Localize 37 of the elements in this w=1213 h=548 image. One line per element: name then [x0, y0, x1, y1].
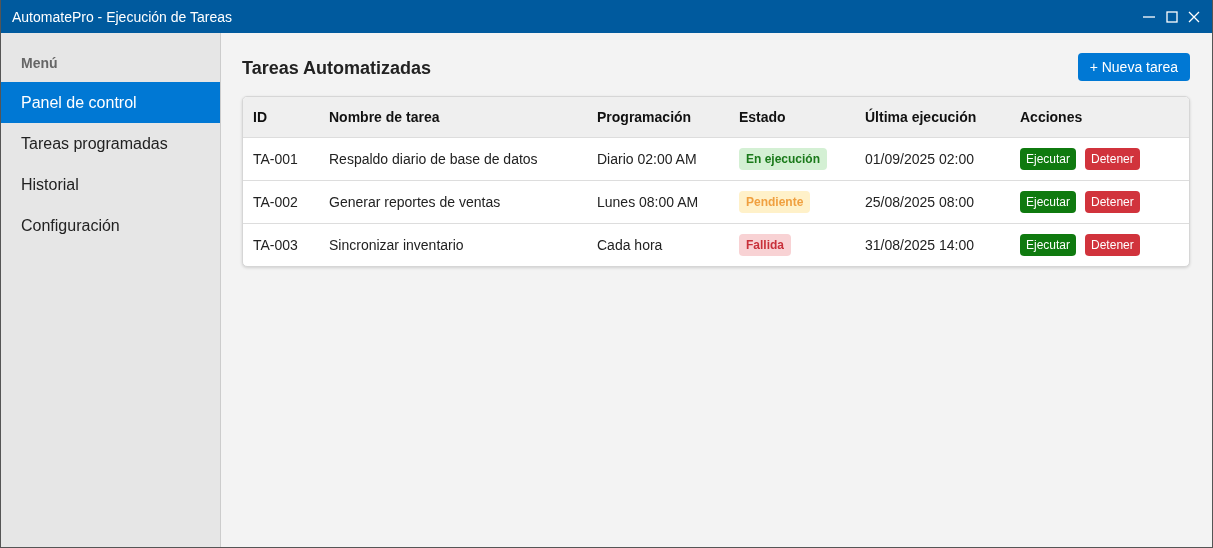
new-task-button[interactable]: + Nueva tarea	[1077, 53, 1190, 81]
maximize-icon[interactable]	[1166, 10, 1178, 23]
table-cell: TA-002	[243, 180, 319, 223]
table-cell: Respaldo diario de base de datos	[319, 137, 587, 180]
table-cell: Generar reportes de ventas	[319, 180, 587, 223]
table-cell: TA-003	[243, 223, 319, 266]
table-cell: TA-001	[243, 137, 319, 180]
sidebar-item[interactable]: Panel de control	[1, 82, 220, 123]
stop-button[interactable]: Detener	[1085, 233, 1140, 256]
page-title: Tareas Automatizadas	[242, 57, 432, 79]
close-icon[interactable]	[1188, 10, 1200, 23]
window-title: AutomatePro - Ejecución de Tareas	[12, 8, 232, 25]
stop-button[interactable]: Detener	[1085, 190, 1140, 213]
column-header: ID	[243, 97, 319, 137]
table-cell: 25/08/2025 08:00	[855, 180, 1010, 223]
run-button[interactable]: Ejecutar	[1020, 233, 1077, 256]
run-button[interactable]: Ejecutar	[1020, 147, 1077, 170]
sidebar-item[interactable]: Configuración	[1, 205, 220, 246]
sidebar-heading: Menú	[20, 55, 59, 73]
table-cell: Diario 02:00 AM	[587, 137, 729, 180]
column-header: Acciones	[1010, 97, 1189, 137]
sidebar-item[interactable]: Historial	[1, 164, 220, 205]
table-cell: Cada hora	[587, 223, 729, 266]
table-cell: 01/09/2025 02:00	[855, 137, 1010, 180]
column-header: Nombre de tarea	[319, 97, 587, 137]
column-header: Última ejecución	[855, 97, 1010, 137]
status-badge: En ejecución	[739, 147, 828, 170]
table-cell: Lunes 08:00 AM	[587, 180, 729, 223]
run-button[interactable]: Ejecutar	[1020, 190, 1077, 213]
status-badge: Fallida	[739, 233, 791, 256]
column-header: Estado	[729, 97, 855, 137]
column-header: Programación	[587, 97, 729, 137]
table-cell: 31/08/2025 14:00	[855, 223, 1010, 266]
sidebar-item[interactable]: Tareas programadas	[1, 123, 220, 164]
table-cell: Sincronizar inventario	[319, 223, 587, 266]
status-badge: Pendiente	[739, 190, 811, 213]
stop-button[interactable]: Detener	[1085, 147, 1140, 170]
